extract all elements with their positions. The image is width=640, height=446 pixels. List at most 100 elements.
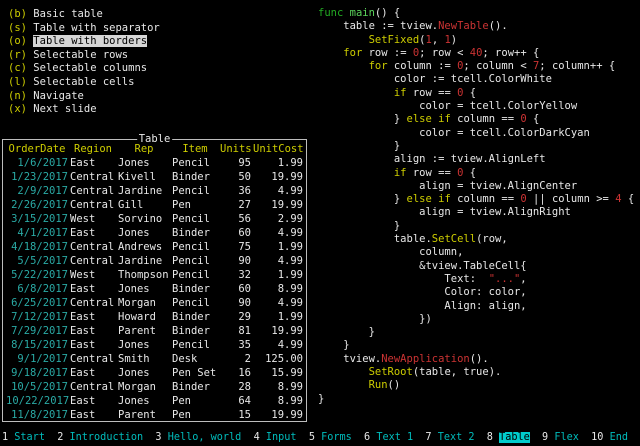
code-token: Align: align, [318,300,527,312]
menu-item-l[interactable]: (l) Selectable cells [8,76,160,90]
table-cell: 19.99 [252,170,304,184]
code-token: , [520,273,526,285]
menu-item-x[interactable]: (x) Next slide [8,103,160,117]
slide-item-hello-world[interactable]: 3 Hello, world [155,432,241,443]
slide-item-text-2[interactable]: 7 Text 2 [425,432,474,443]
code-line: align = tview.AlignCenter [318,180,634,193]
menu-item-label: Navigate [33,90,84,102]
table-cell: Howard [117,310,171,324]
menu-item-c[interactable]: (c) Selectable columns [8,62,160,76]
table-cell: 5/22/2017 [5,268,69,282]
table-cell: Pencil [171,338,219,352]
code-token: NewTable [438,20,489,32]
table-row: 6/25/2017CentralMorganPencil904.99 [5,296,304,310]
slide-label: Text 1 [376,432,413,443]
code-token [318,47,343,59]
menu-item-n[interactable]: (n) Navigate [8,90,160,104]
code-token: (row, [476,233,508,245]
table-cell: 1/6/2017 [5,156,69,170]
code-line: } else if column == 0 { [318,113,634,126]
table-cell: 28 [219,380,252,394]
menu-item-r[interactable]: (r) Selectable rows [8,49,160,63]
slide-item-table[interactable]: 8 Table [487,432,530,443]
slide-item-input[interactable]: 4 Input [254,432,297,443]
table-cell: 16 [219,366,252,380]
code-token: else [407,113,432,125]
code-token: , [432,34,445,46]
table-cell: 2/9/2017 [5,184,69,198]
table-row: 2/9/2017CentralJardinePencil364.99 [5,184,304,198]
table-cell: East [69,156,117,170]
table-cell: 9/1/2017 [5,352,69,366]
code-token: if [438,193,451,205]
table-cell: Pencil [171,268,219,282]
code-token: ; row++ { [482,47,539,59]
table-cell: Thompson [117,268,171,282]
table-cell: Jones [117,394,171,408]
code-line: tview.NewApplication(). [318,353,634,366]
table-cell: 81 [219,324,252,338]
code-token: align = tview.AlignRight [318,206,571,218]
slide-item-introduction[interactable]: 2 Introduction [57,432,143,443]
slide-item-flex[interactable]: 9 Flex [542,432,579,443]
slide-item-text-1[interactable]: 6 Text 1 [364,432,413,443]
table-cell: 7/12/2017 [5,310,69,324]
code-token: SetRoot [369,366,413,378]
code-line: Align: align, [318,300,634,313]
orders-table: OrderDateRegionRepItemUnitsUnitCost 1/6/… [5,142,304,422]
menu-item-label: Next slide [33,103,96,115]
table-cell: Pencil [171,184,219,198]
slide-number: 10 [591,432,603,443]
slide-item-forms[interactable]: 5 Forms [309,432,352,443]
slide-label: Table [499,432,530,443]
code-token: if [394,87,407,99]
table-cell: Jones [117,282,171,296]
table-row: 8/15/2017EastJonesPencil354.99 [5,338,304,352]
code-token: } [318,113,407,125]
table-cell: 8.99 [252,282,304,296]
menu-shortcut-key: (o) [8,35,27,47]
code-token: "..." [489,273,521,285]
slide-label: End [610,432,628,443]
code-line: &tview.TableCell{ [318,260,634,273]
table-row: 6/8/2017EastJonesBinder608.99 [5,282,304,296]
menu-shortcut-key: (x) [8,103,27,115]
table-cell: Central [69,352,117,366]
column-header: Rep [117,142,171,156]
menu-item-s[interactable]: (s) Table with separator [8,22,160,36]
slide-item-end[interactable]: 10 End [591,432,628,443]
code-token: NewApplication [381,353,470,365]
table-cell: Pencil [171,240,219,254]
code-token: { [527,113,540,125]
menu-item-label: Basic table [33,8,103,20]
table-row: 10/5/2017CentralMorganBinder288.99 [5,380,304,394]
table-cell: 9/18/2017 [5,366,69,380]
code-token: { [463,167,476,179]
menu-item-o[interactable]: (o) Table with borders [8,35,160,49]
table-cell: 36 [219,184,252,198]
menu-item-b[interactable]: (b) Basic table [8,8,160,22]
table-cell: 7/29/2017 [5,324,69,338]
menu-shortcut-key: (s) [8,22,27,34]
slide-number: 9 [542,432,548,443]
table-cell: 60 [219,282,252,296]
table-cell: Pen [171,198,219,212]
code-line: if row == 0 { [318,167,634,180]
table-cell: Jones [117,156,171,170]
code-line: align = tview.AlignRight [318,206,634,219]
code-line: for row := 0; row < 40; row++ { [318,47,634,60]
code-token: if [438,113,451,125]
table-cell: 27 [219,198,252,212]
table-cell: Jones [117,338,171,352]
slide-item-start[interactable]: 1 Start [2,432,45,443]
code-line: } [318,393,634,406]
code-token [318,87,394,99]
orders-table-body: 1/6/2017EastJonesPencil951.991/23/2017Ce… [5,156,304,422]
code-line: color = tcell.ColorDarkCyan [318,127,634,140]
table-cell: West [69,268,117,282]
code-token: if [394,167,407,179]
code-token: { [463,87,476,99]
menu-item-label: Selectable columns [33,62,147,74]
slide-label: Input [266,432,297,443]
code-line: } [318,339,634,352]
